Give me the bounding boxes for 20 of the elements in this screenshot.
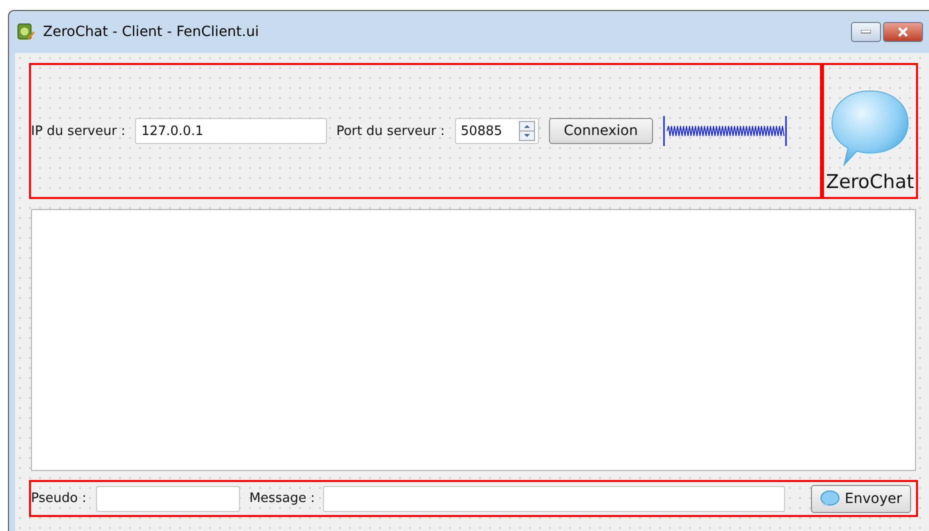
ip-label: IP du serveur : bbox=[31, 124, 126, 138]
minimize-icon bbox=[861, 30, 871, 34]
app-icon bbox=[17, 23, 35, 41]
close-icon bbox=[897, 27, 909, 37]
port-label: Port du serveur : bbox=[336, 124, 445, 138]
speech-bubble-icon bbox=[820, 490, 840, 507]
speech-bubble-icon bbox=[830, 89, 910, 167]
minimize-button[interactable] bbox=[851, 22, 881, 42]
message-label: Message : bbox=[249, 491, 315, 506]
pseudo-label: Pseudo : bbox=[31, 491, 86, 506]
connect-button[interactable]: Connexion bbox=[548, 118, 653, 144]
ip-field[interactable]: 127.0.0.1 bbox=[135, 118, 328, 144]
spin-arrows-icon[interactable] bbox=[518, 121, 535, 141]
window-title: ZeroChat - Client - FenClient.ui bbox=[43, 24, 259, 40]
message-field[interactable] bbox=[322, 486, 785, 512]
close-button[interactable] bbox=[883, 22, 923, 42]
send-button[interactable]: Envoyer bbox=[810, 484, 911, 512]
logo-label: ZeroChat bbox=[826, 171, 914, 193]
pseudo-field[interactable] bbox=[96, 486, 240, 512]
spacer-icon bbox=[662, 114, 787, 148]
